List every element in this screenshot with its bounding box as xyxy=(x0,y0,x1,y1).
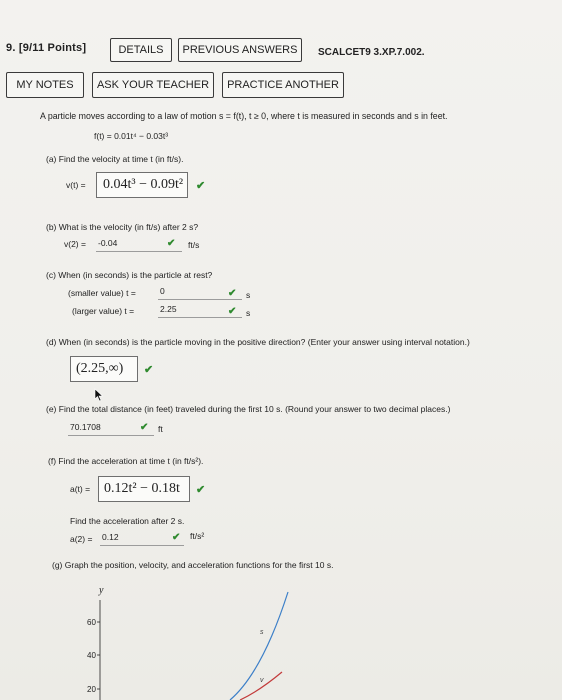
check-icon: ✔ xyxy=(228,306,237,317)
acceleration-answer-box[interactable]: 0.12t² − 0.18t xyxy=(98,476,190,502)
y-tick-label-20: 20 xyxy=(87,685,96,694)
check-icon: ✔ xyxy=(196,484,206,496)
part-e-label: (e) Find the total distance (in feet) tr… xyxy=(46,404,451,414)
part-c-unit-2: s xyxy=(246,308,251,318)
interval-answer: (2.25,∞) xyxy=(76,361,124,376)
part-b-prefix: v(2) = xyxy=(64,239,86,249)
velocity-answer: 0.04t³ − 0.09t² xyxy=(103,177,184,192)
part-d-label: (d) When (in seconds) is the particle mo… xyxy=(46,337,470,347)
problem-code: SCALCET9 3.XP.7.002. xyxy=(318,47,425,58)
check-icon: ✔ xyxy=(196,180,206,192)
position-curve-label: s xyxy=(260,629,264,636)
part-c-unit-1: s xyxy=(246,290,251,300)
velocity-answer-box[interactable]: 0.04t³ − 0.09t² xyxy=(96,172,188,198)
part-a-label: (a) Find the velocity at time t (in ft/s… xyxy=(46,154,184,164)
check-icon: ✔ xyxy=(172,532,181,543)
previous-answers-button[interactable]: PREVIOUS ANSWERS xyxy=(178,38,302,62)
question-page: 9. [9/11 Points] DETAILS PREVIOUS ANSWER… xyxy=(0,0,562,700)
details-button[interactable]: DETAILS xyxy=(110,38,172,62)
part-e-unit: ft xyxy=(158,424,163,434)
check-icon: ✔ xyxy=(144,364,154,376)
part-c-small-label: (smaller value) t = xyxy=(68,288,136,298)
motion-graph: y 60 40 20 s v xyxy=(87,585,289,700)
question-number: 9. [9/11 Points] xyxy=(6,42,87,54)
part-b-label: (b) What is the velocity (in ft/s) after… xyxy=(46,222,199,232)
interval-answer-box[interactable]: (2.25,∞) xyxy=(70,356,138,382)
ask-teacher-button[interactable]: ASK YOUR TEACHER xyxy=(92,72,214,98)
check-icon: ✔ xyxy=(140,422,149,433)
y-axis-label: y xyxy=(98,585,104,596)
velocity-curve-label: v xyxy=(260,677,264,684)
part-f-label-2: Find the acceleration after 2 s. xyxy=(70,516,185,526)
part-b-unit: ft/s xyxy=(188,240,200,250)
check-icon: ✔ xyxy=(167,238,176,249)
position-function: f(t) = 0.01t⁴ − 0.03t³ xyxy=(94,131,169,141)
position-curve xyxy=(229,591,289,700)
part-c-label: (c) When (in seconds) is the particle at… xyxy=(46,270,213,280)
part-g-label: (g) Graph the position, velocity, and ac… xyxy=(52,560,334,570)
y-tick-label-60: 60 xyxy=(87,618,96,627)
check-icon: ✔ xyxy=(228,288,237,299)
part-c-large-label: (larger value) t = xyxy=(72,306,135,316)
y-tick-label-40: 40 xyxy=(87,651,96,660)
mouse-cursor-icon xyxy=(94,388,104,402)
practice-another-button[interactable]: PRACTICE ANOTHER xyxy=(222,72,344,98)
part-f-prefix: a(t) = xyxy=(70,484,91,494)
acceleration-answer: 0.12t² − 0.18t xyxy=(104,481,180,496)
my-notes-button[interactable]: MY NOTES xyxy=(6,72,84,98)
problem-intro: A particle moves according to a law of m… xyxy=(40,111,448,121)
part-a-prefix: v(t) = xyxy=(66,180,86,190)
part-f-prefix-2: a(2) = xyxy=(70,534,93,544)
part-f-label: (f) Find the acceleration at time t (in … xyxy=(48,456,204,466)
part-f-unit: ft/s² xyxy=(190,531,205,541)
